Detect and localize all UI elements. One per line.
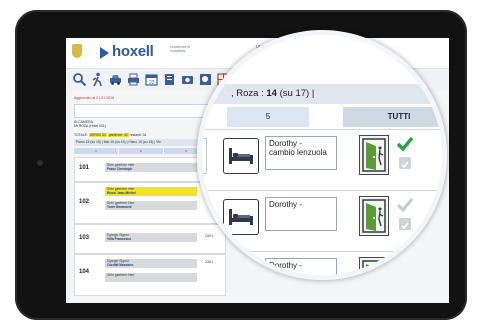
tab-five[interactable]: 5 <box>227 107 310 127</box>
green-checkmark-icon[interactable] <box>396 136 414 152</box>
guest-chip[interactable]: Sehr geehrter Herr Rossi Jean-Michel <box>105 187 197 196</box>
zoom-title: , Roza : 14 (su 17) | <box>202 84 442 104</box>
search-icon[interactable] <box>72 72 87 87</box>
zoom-title-prefix: , Roza : <box>231 88 264 99</box>
task-row[interactable]: Dorothy - cambio lenzuola <box>202 129 442 186</box>
brand-name: hoxell <box>112 43 154 60</box>
doc-icon[interactable] <box>162 72 177 87</box>
guest-name: Torre Emanuele <box>107 205 132 210</box>
car-icon[interactable] <box>108 72 123 87</box>
gray-checkmark-icon[interactable] <box>396 258 414 274</box>
zoom-tabs: 5 TUTTI <box>202 107 442 127</box>
magnifier-lens: , Roza : 14 (su 17) | 5 TUTTI Dorothy - … <box>197 30 447 280</box>
guest-chip[interactable]: Egregio Signor Villa Francesco <box>105 233 197 242</box>
room-number: 102 <box>79 199 90 205</box>
totals-restanti: restanti: 34 <box>129 133 147 137</box>
guest-name: Cordial Massimo <box>107 263 134 268</box>
guest-label: Sehr geehrter Herr <box>107 273 135 277</box>
zoom-title-suffix: (su 17) | <box>279 88 315 99</box>
door-exit-icon[interactable] <box>359 196 389 236</box>
floor-tab-2[interactable]: 2 <box>119 148 164 154</box>
camera-sub: Mr ROZA (Hotel 001) <box>74 124 106 128</box>
hoxell-logo-icon <box>100 47 109 59</box>
task-note: Dorothy - <box>265 197 337 231</box>
guest-name: Rossi Jean-Michel <box>107 191 136 196</box>
guest-name: Franz Christoph <box>107 167 133 172</box>
task-note-line1: Dorothy - <box>269 261 302 270</box>
hotel-crest-icon <box>72 44 82 58</box>
row-stub <box>202 138 207 174</box>
calendar-icon[interactable]: 23 <box>144 72 159 87</box>
task-row[interactable]: Dorothy - <box>202 190 442 247</box>
task-note: Dorothy - cambio lenzuola <box>265 136 337 170</box>
gray-checkbox-icon[interactable] <box>399 218 411 230</box>
task-note-line1: Dorothy - <box>269 200 302 209</box>
guest-name: Villa Francesco <box>107 237 132 242</box>
guest-chip[interactable]: Egregio Signor Cordial Massimo <box>105 259 197 268</box>
home-button[interactable] <box>37 160 43 166</box>
totals-prefix: TOTALE: <box>74 133 88 137</box>
room-number: 101 <box>79 165 90 171</box>
svg-text:23: 23 <box>149 80 155 86</box>
bed-icon[interactable] <box>223 199 259 235</box>
task-note-line2: cambio lenzuola <box>269 148 327 157</box>
room-number: 103 <box>79 235 90 241</box>
gray-checkbox-icon[interactable] <box>399 157 411 169</box>
task-note-line1: Dorothy - <box>269 139 302 148</box>
camera-info: IN CAMERA Mr ROZA (Hotel 001) <box>74 120 106 128</box>
door-icon[interactable] <box>180 72 195 87</box>
guest-chip[interactable]: Sehr geehrter Herr <box>105 273 197 282</box>
room-number: 104 <box>79 269 90 275</box>
tab-tutti[interactable]: TUTTI <box>343 107 442 127</box>
totals-line: TOTALE: ARRIVI 34 partenze: 40 restanti:… <box>74 133 146 137</box>
door-exit-icon[interactable] <box>359 135 389 175</box>
update-notice: Aggiornato al 21.01.2016 <box>74 96 115 100</box>
person-walking-icon[interactable] <box>90 72 105 87</box>
guest-chip[interactable]: Sehr geehrter Herr Franz Christoph <box>105 163 197 172</box>
gray-checkmark-icon[interactable] <box>396 197 414 213</box>
totals-arrivi: ARRIVI 34 <box>88 133 107 137</box>
bed-icon[interactable] <box>223 138 259 174</box>
totals-partenze: partenze: 40 <box>107 133 129 137</box>
guest-chip[interactable]: Sehr geehrter Herr Torre Emanuele <box>105 201 197 210</box>
brand-tagline: excellence in hospitality <box>170 45 191 53</box>
printer-icon[interactable] <box>126 72 141 87</box>
magnified-content: , Roza : 14 (su 17) | 5 TUTTI Dorothy - … <box>202 35 442 275</box>
floor-tab-1[interactable]: 1 <box>74 148 119 154</box>
zoom-title-count: 14 <box>266 88 277 99</box>
